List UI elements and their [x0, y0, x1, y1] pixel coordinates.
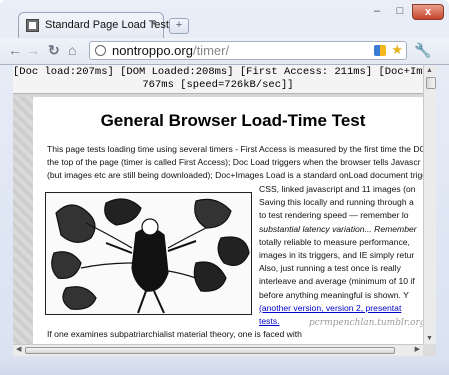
url-text[interactable]: nontroppo.org/timer/: [112, 43, 229, 58]
left-decorative-border: [13, 97, 33, 356]
right-line-4: substantial latency variation... Remembe…: [259, 223, 417, 234]
right-line-2: Saving this locally and running through …: [259, 197, 414, 208]
translate-icon[interactable]: [374, 45, 386, 56]
back-arrow-icon[interactable]: ←: [8, 42, 22, 58]
url-path: /timer/: [192, 43, 230, 58]
bookmark-star-icon[interactable]: ★: [391, 42, 403, 58]
scroll-up-arrow-icon[interactable]: ▲: [426, 67, 433, 74]
dragons-illustration: [45, 192, 252, 315]
tab-strip: Standard Page Load Test × + – □ x: [0, 0, 449, 38]
intro-paragraph: This page tests loading time using sever…: [47, 143, 423, 183]
address-bar[interactable]: nontroppo.org/timer/ ★: [89, 41, 407, 60]
reload-icon[interactable]: ↻: [48, 42, 60, 59]
page-heading: General Browser Load-Time Test: [100, 111, 366, 130]
timer-bar: [Doc load:207ms] [DOM Loaded:208ms] [Fir…: [13, 65, 436, 94]
forward-arrow-icon[interactable]: →: [26, 42, 40, 58]
para-line-2: the top of the page (timer is called Fir…: [47, 157, 421, 168]
para-line-3: (but images etc are still being download…: [47, 170, 423, 181]
scrollbar-corner: [423, 344, 436, 356]
page-viewport: [Doc load:207ms] [DOM Loaded:208ms] [Fir…: [13, 65, 436, 356]
tab-standard-page-load-test[interactable]: Standard Page Load Test ×: [18, 12, 169, 38]
home-icon[interactable]: ⌂: [68, 42, 76, 58]
url-host: nontroppo.org: [112, 43, 193, 58]
browser-window: Standard Page Load Test × + – □ x ← → ↻ …: [0, 0, 449, 375]
dragons-engraving-image: [46, 193, 251, 314]
vertical-scroll-thumb[interactable]: [426, 77, 436, 89]
right-line-7: Also, just running a test once is really: [259, 263, 401, 274]
page-content: General Browser Load-Time Test This page…: [33, 97, 423, 356]
page-favicon-icon: [26, 19, 39, 32]
horizontal-scroll-thumb[interactable]: [25, 347, 395, 354]
navigation-toolbar: ← → ↻ ⌂ nontroppo.org/timer/ ★ 🔧: [0, 38, 449, 65]
watermark-text: pcrmpenchlan.tumblr.org: [309, 318, 423, 328]
timer-line-1: [Doc load:207ms] [DOM Loaded:208ms] [Fir…: [13, 66, 436, 78]
scroll-right-arrow-icon[interactable]: ▶: [415, 345, 420, 353]
scroll-down-arrow-icon[interactable]: ▼: [426, 335, 433, 342]
maximize-button[interactable]: □: [389, 4, 411, 20]
scroll-left-arrow-icon[interactable]: ◀: [16, 345, 21, 353]
horizontal-scrollbar[interactable]: ◀ ▶: [13, 344, 423, 356]
right-line-3: to test rendering speed — remember lo: [259, 210, 409, 221]
timer-line-2: 767ms [speed=726kB/sec]]: [142, 78, 294, 91]
para-line-1: This page tests loading time using sever…: [47, 144, 423, 154]
tab-close-icon[interactable]: ×: [151, 18, 157, 30]
bottom-paragraph: If one examines subpatriarchialist mater…: [47, 329, 302, 339]
right-column-text: CSS, linked javascript and 11 images (on…: [259, 183, 423, 328]
minimize-button[interactable]: –: [366, 4, 388, 20]
new-tab-button[interactable]: +: [169, 18, 189, 34]
version-links[interactable]: (another version, version 2, presentat: [259, 302, 423, 315]
right-line-1: CSS, linked javascript and 11 images (on: [259, 184, 416, 194]
close-window-button[interactable]: x: [412, 4, 444, 20]
right-line-5: totally reliable to measure performance,: [259, 236, 410, 247]
right-line-9: before anything meaningful is shown. Y: [259, 289, 409, 300]
right-line-6: images in its triggers, and IE simply re…: [259, 250, 415, 261]
right-line-8: interleave and average (minimum of 10 if: [259, 276, 415, 287]
vertical-scrollbar[interactable]: ▲ ▼: [423, 65, 436, 344]
page-info-icon[interactable]: [95, 45, 106, 56]
wrench-menu-icon[interactable]: 🔧: [414, 42, 431, 59]
window-bottom-frame: [0, 356, 449, 375]
